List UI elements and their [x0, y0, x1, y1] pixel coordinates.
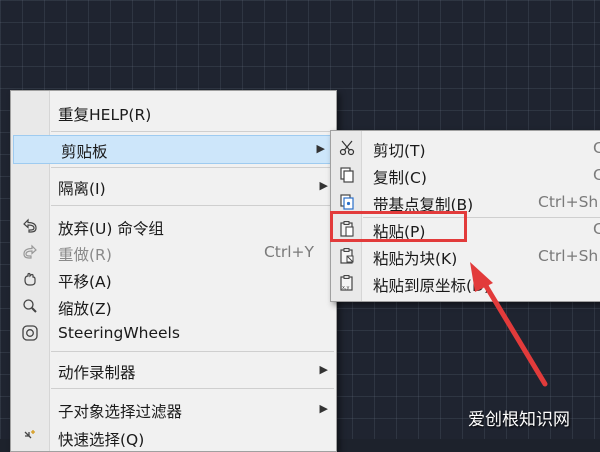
menu-item-shortcut: C	[593, 139, 600, 157]
menu-item-label: 缩放(Z)	[58, 300, 112, 318]
menu-item-zoom[interactable]: 缩放(Z)	[11, 293, 336, 320]
watermark: 爱创根知识网	[468, 410, 570, 430]
menu-item-label: SteeringWheels	[58, 324, 180, 342]
highlight-box	[330, 211, 467, 242]
paste-as-block-icon	[340, 248, 354, 264]
menu-item-label: 重做(R)	[58, 246, 112, 264]
menu-item-quick-select[interactable]: 快速选择(Q)	[11, 424, 336, 451]
copy-icon	[340, 167, 354, 183]
submenu-item-paste-as-block[interactable]: 粘贴为块(K) Ctrl+Sh	[331, 243, 600, 270]
menu-item-label: 子对象选择过滤器	[58, 403, 183, 421]
menu-item-subobject-filter[interactable]: 子对象选择过滤器 ▶	[11, 396, 336, 423]
zoom-icon	[23, 299, 37, 313]
menu-item-shortcut: C	[593, 220, 600, 238]
menu-item-repeat-help[interactable]: 重复HELP(R)	[11, 99, 336, 126]
submenu-arrow-icon: ▶	[319, 363, 328, 376]
menu-item-redo: 重做(R) Ctrl+Y	[11, 239, 336, 266]
menu-separator	[51, 205, 334, 206]
submenu-item-paste-to-original-coords[interactable]: x,y 粘贴到原坐标(D)	[331, 270, 600, 297]
menu-item-label: 动作录制器	[58, 364, 136, 382]
menu-separator	[51, 167, 334, 168]
menu-item-steeringwheels[interactable]: SteeringWheels	[11, 320, 336, 347]
menu-item-undo[interactable]: 放弃(U) 命令组	[11, 213, 336, 240]
menu-item-label: 隔离(I)	[58, 180, 106, 198]
menu-item-pan[interactable]: 平移(A)	[11, 266, 336, 293]
menu-item-label: 快速选择(Q)	[58, 431, 145, 449]
menu-item-label: 平移(A)	[58, 273, 112, 291]
menu-separator	[51, 351, 334, 352]
quick-select-icon	[24, 430, 35, 439]
menu-separator	[51, 388, 334, 389]
undo-icon	[23, 218, 37, 233]
menu-separator	[51, 131, 334, 132]
context-menu: 重复HELP(R) 剪贴板 ▶ 隔离(I) ▶ 放弃(U) 命令组 重做(R) …	[10, 90, 337, 452]
svg-text:x,y: x,y	[342, 285, 350, 291]
steering-wheel-icon	[22, 325, 38, 341]
menu-item-label: 放弃(U) 命令组	[58, 220, 164, 238]
menu-item-label: 粘贴到原坐标(D)	[373, 277, 491, 295]
menu-item-shortcut: C	[593, 166, 600, 184]
redo-icon	[23, 244, 37, 259]
menu-item-label: 剪贴板	[61, 143, 108, 161]
submenu-arrow-icon: ▶	[316, 142, 325, 155]
submenu-arrow-icon: ▶	[319, 402, 328, 415]
menu-item-action-recorder[interactable]: 动作录制器 ▶	[11, 357, 336, 384]
submenu-item-cut[interactable]: 剪切(T) C	[331, 135, 600, 162]
menu-item-label: 复制(C)	[373, 169, 427, 187]
menu-item-clipboard[interactable]: 剪贴板 ▶	[13, 135, 334, 164]
menu-item-shortcut: Ctrl+Sh	[538, 247, 599, 265]
menu-item-shortcut: Ctrl+Sh	[538, 193, 599, 211]
menu-item-isolate[interactable]: 隔离(I) ▶	[11, 173, 336, 200]
copy-base-point-icon	[340, 194, 354, 210]
pan-hand-icon	[24, 272, 36, 286]
submenu-item-copy[interactable]: 复制(C) C	[331, 162, 600, 189]
menu-item-label: 重复HELP(R)	[58, 106, 152, 124]
menu-item-label: 粘贴为块(K)	[373, 250, 458, 268]
submenu-arrow-icon: ▶	[319, 179, 328, 192]
paste-original-coords-icon: x,y	[340, 275, 353, 291]
menu-item-label: 剪切(T)	[373, 142, 426, 160]
scissors-icon	[339, 140, 355, 156]
menu-item-shortcut: Ctrl+Y	[263, 243, 314, 261]
